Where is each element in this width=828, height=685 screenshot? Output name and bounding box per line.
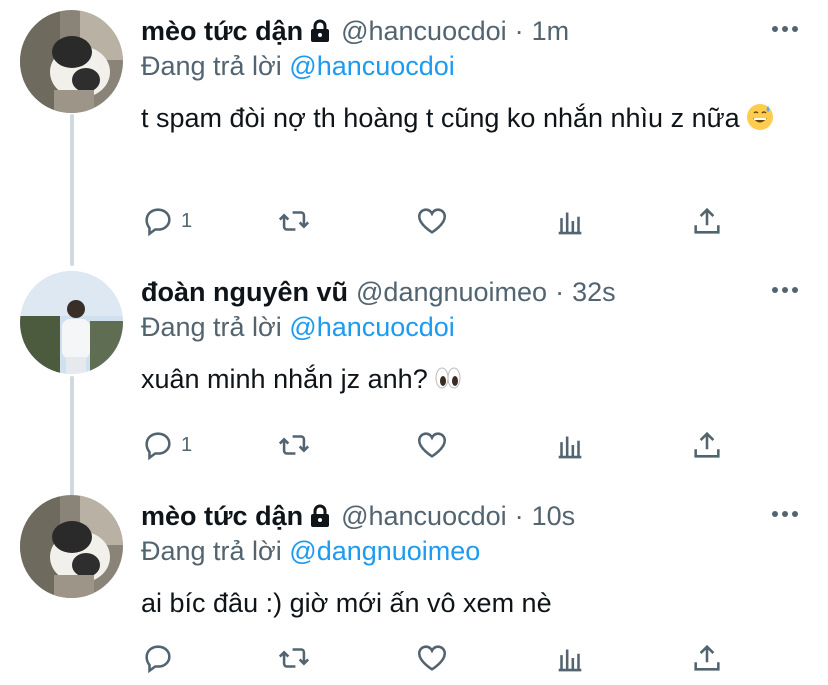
more-icon[interactable]	[770, 24, 800, 34]
analytics-icon	[558, 436, 582, 459]
like-icon	[417, 208, 447, 234]
replying-to: Đang trả lời @hancuocdoi	[141, 48, 455, 84]
reply-count: 1	[181, 433, 193, 456]
tweet-actions: 1	[141, 201, 741, 241]
avatar[interactable]	[20, 271, 123, 374]
tweet-text: t spam đòi nợ th hoàng t cũng ko nhắn nh…	[141, 94, 791, 142]
replying-prefix: Đang trả lời	[141, 312, 282, 342]
timestamp[interactable]: 1m	[532, 14, 570, 48]
author-name[interactable]: mèo tức dận	[141, 499, 303, 533]
share-icon	[694, 644, 720, 671]
tweet-text: ai bíc đâu :) giờ mới ấn vô xem nè	[141, 579, 791, 627]
timestamp[interactable]: 10s	[532, 499, 576, 533]
like-icon	[417, 645, 447, 671]
share-button[interactable]	[690, 638, 724, 678]
tweet-actions: 1	[141, 425, 741, 465]
reply-button[interactable]: 1	[141, 201, 192, 241]
like-button[interactable]	[415, 638, 449, 678]
author-handle[interactable]: @hancuocdoi	[341, 499, 507, 533]
reply-icon	[145, 208, 171, 237]
separator-dot: ·	[514, 501, 524, 531]
retweet-button[interactable]	[277, 201, 311, 241]
like-icon	[417, 432, 447, 458]
cat-avatar-image	[20, 495, 123, 598]
author-name[interactable]: mèo tức dận	[141, 14, 303, 48]
reply-button[interactable]: 1	[141, 425, 192, 465]
author-handle[interactable]: @dangnuoimeo	[356, 275, 547, 309]
cat-avatar-image	[20, 10, 123, 113]
more-icon[interactable]	[770, 285, 800, 295]
retweet-icon	[278, 648, 310, 668]
analytics-button[interactable]	[553, 638, 587, 678]
like-button[interactable]	[415, 201, 449, 241]
person-avatar-image	[20, 271, 123, 374]
retweet-button[interactable]	[277, 638, 311, 678]
replying-prefix: Đang trả lời	[141, 536, 282, 566]
author-handle[interactable]: @hancuocdoi	[341, 14, 507, 48]
grinning-sweat-emoji	[746, 104, 773, 130]
avatar[interactable]	[20, 10, 123, 113]
avatar[interactable]	[20, 495, 123, 598]
reply-icon	[145, 432, 171, 461]
reply-icon	[145, 645, 171, 674]
retweet-icon	[278, 435, 310, 455]
analytics-button[interactable]	[553, 201, 587, 241]
tweet-body: t spam đòi nợ th hoàng t cũng ko nhắn nh…	[141, 103, 740, 133]
analytics-icon	[558, 212, 582, 235]
separator-dot: ·	[555, 277, 565, 307]
lock-icon	[311, 504, 330, 527]
separator-dot: ·	[514, 16, 524, 46]
mention-link[interactable]: @hancuocdoi	[289, 312, 455, 342]
timestamp[interactable]: 32s	[572, 275, 616, 309]
tweet[interactable]: đoàn nguyên vũ @dangnuoimeo · 32s Đang t…	[0, 271, 828, 471]
share-icon	[694, 431, 720, 458]
share-icon	[694, 207, 720, 234]
analytics-button[interactable]	[553, 425, 587, 465]
mention-link[interactable]: @hancuocdoi	[289, 51, 455, 81]
tweet-actions	[141, 638, 741, 678]
more-icon[interactable]	[770, 509, 800, 519]
replying-to: Đang trả lời @hancuocdoi	[141, 309, 455, 345]
share-button[interactable]	[690, 425, 724, 465]
mention-link[interactable]: @dangnuoimeo	[289, 536, 480, 566]
tweet[interactable]: mèo tức dận @hancuocdoi · 10s Đang trả l…	[0, 495, 828, 685]
eyes-emoji	[435, 367, 461, 389]
tweet[interactable]: mèo tức dận @hancuocdoi · 1m Đang trả lờ…	[0, 10, 828, 250]
reply-button[interactable]	[141, 638, 175, 678]
reply-count: 1	[181, 209, 193, 232]
like-button[interactable]	[415, 425, 449, 465]
tweet-body: xuân minh nhắn jz anh?	[141, 364, 428, 394]
replying-to: Đang trả lời @dangnuoimeo	[141, 533, 480, 569]
retweet-button[interactable]	[277, 425, 311, 465]
tweet-body: ai bíc đâu :) giờ mới ấn vô xem nè	[141, 588, 552, 618]
author-name[interactable]: đoàn nguyên vũ	[141, 275, 348, 309]
replying-prefix: Đang trả lời	[141, 51, 282, 81]
tweet-text: xuân minh nhắn jz anh?	[141, 355, 791, 403]
analytics-icon	[558, 649, 582, 672]
retweet-icon	[278, 211, 310, 231]
lock-icon	[311, 19, 330, 42]
share-button[interactable]	[690, 201, 724, 241]
